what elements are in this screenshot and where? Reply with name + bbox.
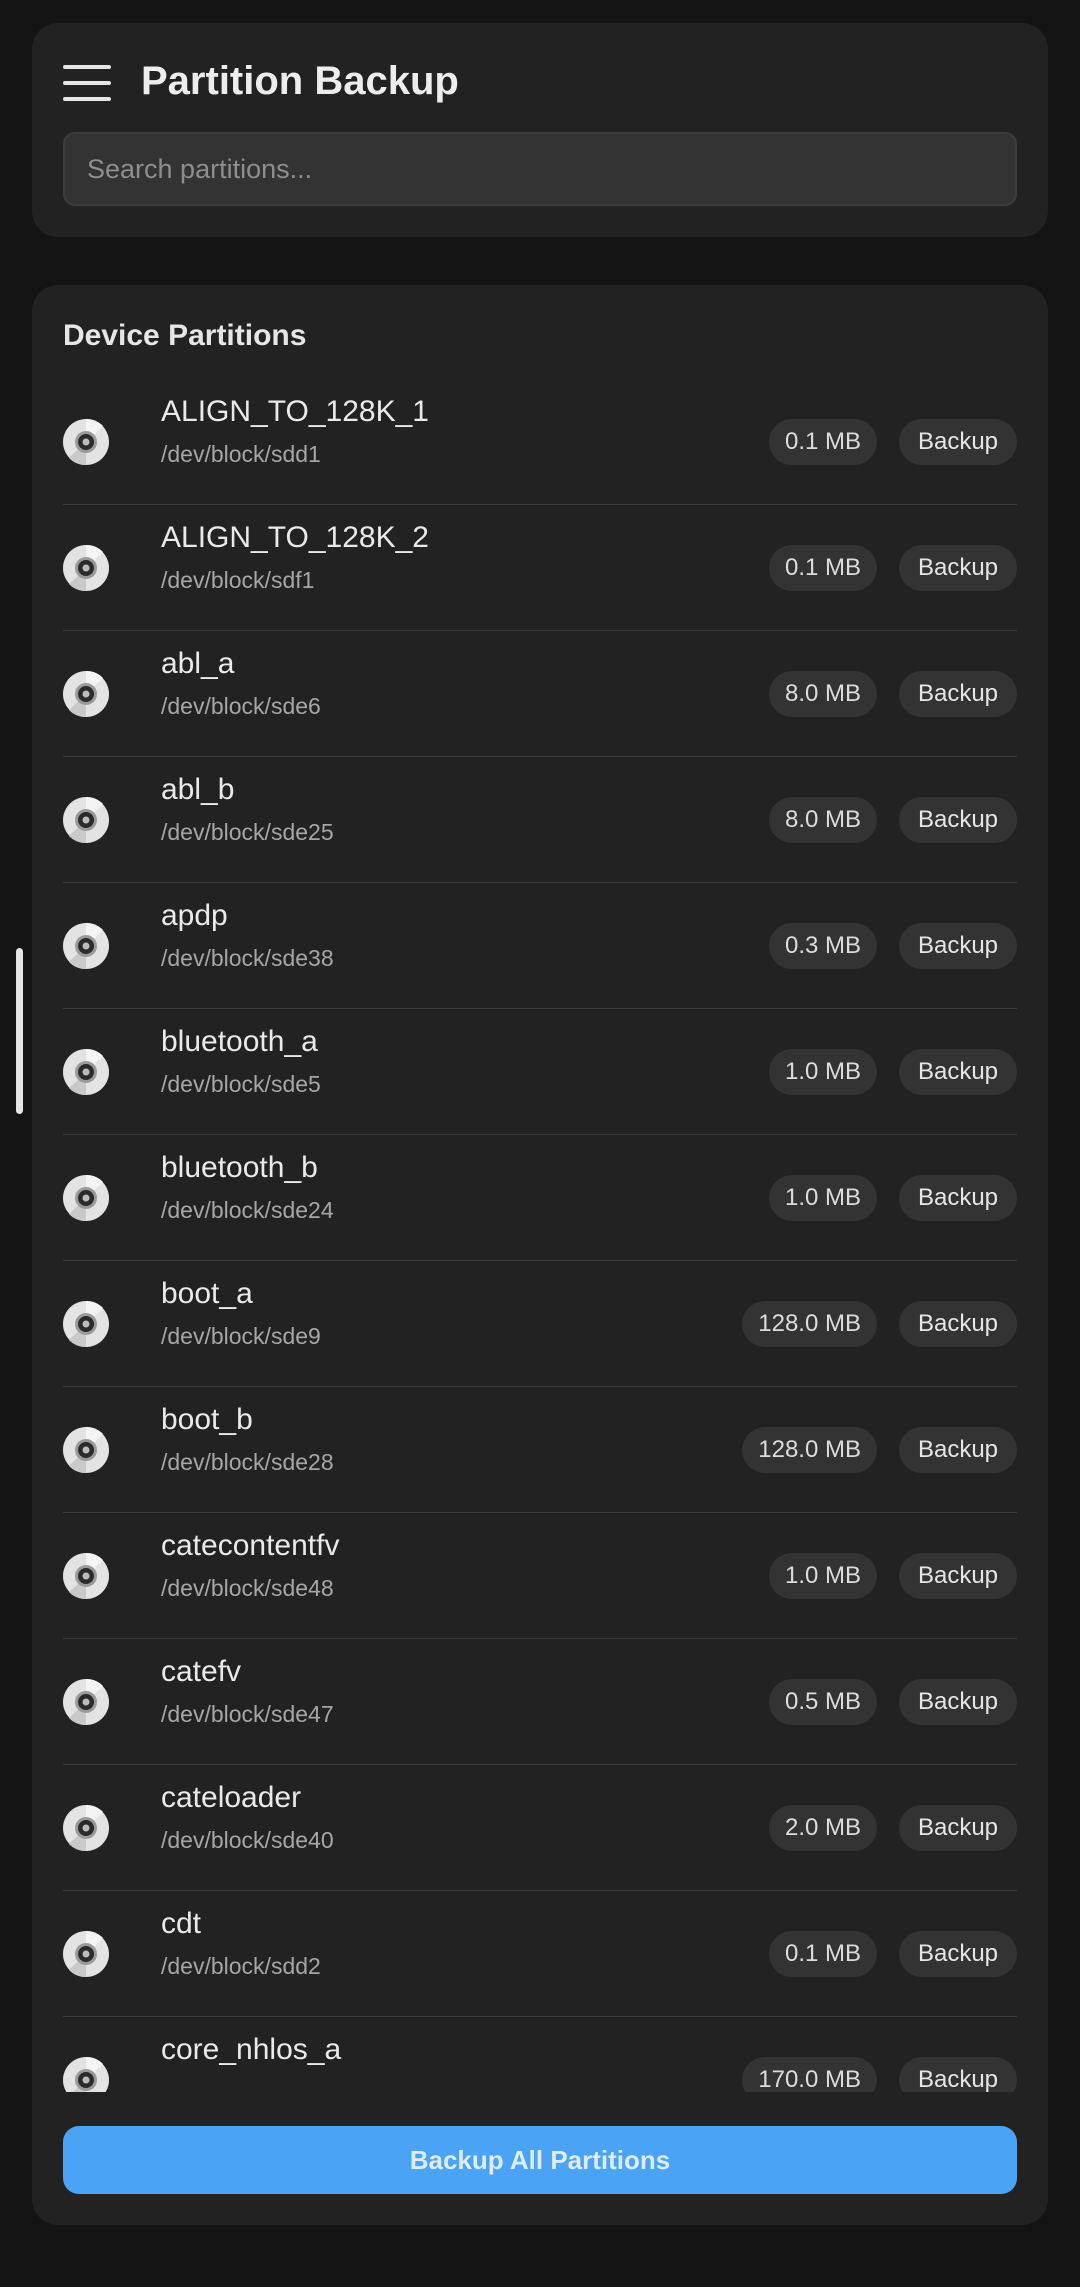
backup-button[interactable]: Backup — [899, 1679, 1017, 1725]
disk-icon — [63, 1553, 109, 1599]
disk-icon — [63, 797, 109, 843]
partition-row: core_nhlos_a 170.0 MB Backup — [63, 2017, 1017, 2092]
size-badge: 0.5 MB — [768, 1679, 877, 1725]
partition-row: abl_a /dev/block/sde6 8.0 MB Backup — [63, 631, 1017, 757]
partition-name: abl_a — [161, 647, 235, 680]
partition-name: bluetooth_b — [161, 1151, 318, 1184]
partition-path: /dev/block/sde25 — [161, 819, 334, 845]
partition-name: abl_b — [161, 773, 235, 806]
size-badge: 128.0 MB — [742, 1427, 877, 1473]
backup-button[interactable]: Backup — [899, 2057, 1017, 2092]
backup-button[interactable]: Backup — [899, 545, 1017, 591]
backup-button[interactable]: Backup — [899, 1805, 1017, 1851]
partition-path: /dev/block/sde9 — [161, 1323, 321, 1349]
backup-button[interactable]: Backup — [899, 1301, 1017, 1347]
size-badge: 8.0 MB — [768, 671, 877, 717]
size-badge: 1.0 MB — [768, 1175, 877, 1221]
disk-icon — [63, 2057, 109, 2092]
disk-icon — [63, 1931, 109, 1977]
header-card: Partition Backup — [32, 23, 1048, 237]
size-badge: 8.0 MB — [768, 797, 877, 843]
partition-row: ALIGN_TO_128K_1 /dev/block/sdd1 0.1 MB B… — [63, 379, 1017, 505]
partition-row: apdp /dev/block/sde38 0.3 MB Backup — [63, 883, 1017, 1009]
partition-path: /dev/block/sdf1 — [161, 567, 315, 593]
disk-icon — [63, 1301, 109, 1347]
partition-name: boot_b — [161, 1403, 253, 1436]
partition-row: catecontentfv /dev/block/sde48 1.0 MB Ba… — [63, 1513, 1017, 1639]
disk-icon — [63, 545, 109, 591]
backup-button[interactable]: Backup — [899, 419, 1017, 465]
disk-icon — [63, 1679, 109, 1725]
backup-button[interactable]: Backup — [899, 1175, 1017, 1221]
size-badge: 0.1 MB — [768, 1931, 877, 1977]
size-badge: 0.3 MB — [768, 923, 877, 969]
partition-name: ALIGN_TO_128K_1 — [161, 395, 429, 428]
page-title: Partition Backup — [141, 59, 459, 103]
partition-path: /dev/block/sde24 — [161, 1197, 334, 1223]
size-badge: 1.0 MB — [768, 1553, 877, 1599]
partition-path: /dev/block/sde6 — [161, 693, 321, 719]
menu-bar — [63, 65, 111, 69]
partition-name: boot_a — [161, 1277, 253, 1310]
partition-row: cdt /dev/block/sdd2 0.1 MB Backup — [63, 1891, 1017, 2017]
partition-path: /dev/block/sde28 — [161, 1449, 334, 1475]
backup-button[interactable]: Backup — [899, 923, 1017, 969]
disk-icon — [63, 1175, 109, 1221]
partition-name: core_nhlos_a — [161, 2033, 342, 2066]
disk-icon — [63, 419, 109, 465]
partition-name: cdt — [161, 1907, 202, 1940]
backup-button[interactable]: Backup — [899, 1427, 1017, 1473]
partition-name: cateloader — [161, 1781, 302, 1814]
partition-row: catefv /dev/block/sde47 0.5 MB Backup — [63, 1639, 1017, 1765]
section-title: Device Partitions — [63, 319, 307, 352]
backup-all-button[interactable]: Backup All Partitions — [63, 2126, 1017, 2194]
partition-path: /dev/block/sdd2 — [161, 1953, 321, 1979]
hamburger-menu-icon[interactable] — [63, 63, 111, 103]
search-input[interactable] — [63, 132, 1017, 206]
partition-row: cateloader /dev/block/sde40 2.0 MB Backu… — [63, 1765, 1017, 1891]
partition-row: bluetooth_b /dev/block/sde24 1.0 MB Back… — [63, 1135, 1017, 1261]
partition-row: boot_a /dev/block/sde9 128.0 MB Backup — [63, 1261, 1017, 1387]
disk-icon — [63, 1427, 109, 1473]
partition-name: apdp — [161, 899, 228, 932]
menu-bar — [63, 81, 111, 85]
partition-path: /dev/block/sdd1 — [161, 441, 321, 467]
partition-path: /dev/block/sde38 — [161, 945, 334, 971]
partition-row: boot_b /dev/block/sde28 128.0 MB Backup — [63, 1387, 1017, 1513]
size-badge: 1.0 MB — [768, 1049, 877, 1095]
partition-name: ALIGN_TO_128K_2 — [161, 521, 429, 554]
partition-name: bluetooth_a — [161, 1025, 318, 1058]
partition-name: catecontentfv — [161, 1529, 340, 1562]
disk-icon — [63, 923, 109, 969]
scrollbar-thumb[interactable] — [16, 948, 23, 1114]
backup-button[interactable]: Backup — [899, 1553, 1017, 1599]
partitions-card: Device Partitions ALIGN_TO_128K_1 /dev/b… — [32, 285, 1048, 2225]
size-badge: 170.0 MB — [742, 2057, 877, 2092]
disk-icon — [63, 671, 109, 717]
size-badge: 0.1 MB — [768, 545, 877, 591]
partition-path: /dev/block/sde40 — [161, 1827, 334, 1853]
disk-icon — [63, 1049, 109, 1095]
partition-path: /dev/block/sde47 — [161, 1701, 334, 1727]
partition-row: ALIGN_TO_128K_2 /dev/block/sdf1 0.1 MB B… — [63, 505, 1017, 631]
backup-button[interactable]: Backup — [899, 797, 1017, 843]
partition-name: catefv — [161, 1655, 242, 1688]
menu-bar — [63, 97, 111, 101]
size-badge: 2.0 MB — [768, 1805, 877, 1851]
partition-list[interactable]: ALIGN_TO_128K_1 /dev/block/sdd1 0.1 MB B… — [63, 379, 1017, 2092]
backup-button[interactable]: Backup — [899, 671, 1017, 717]
disk-icon — [63, 1805, 109, 1851]
partition-path: /dev/block/sde48 — [161, 1575, 334, 1601]
app-root: Partition Backup Device Partitions ALIGN… — [0, 0, 1080, 2287]
partition-row: abl_b /dev/block/sde25 8.0 MB Backup — [63, 757, 1017, 883]
partition-path: /dev/block/sde5 — [161, 1071, 321, 1097]
size-badge: 128.0 MB — [742, 1301, 877, 1347]
backup-button[interactable]: Backup — [899, 1049, 1017, 1095]
size-badge: 0.1 MB — [768, 419, 877, 465]
partition-row: bluetooth_a /dev/block/sde5 1.0 MB Backu… — [63, 1009, 1017, 1135]
backup-button[interactable]: Backup — [899, 1931, 1017, 1977]
